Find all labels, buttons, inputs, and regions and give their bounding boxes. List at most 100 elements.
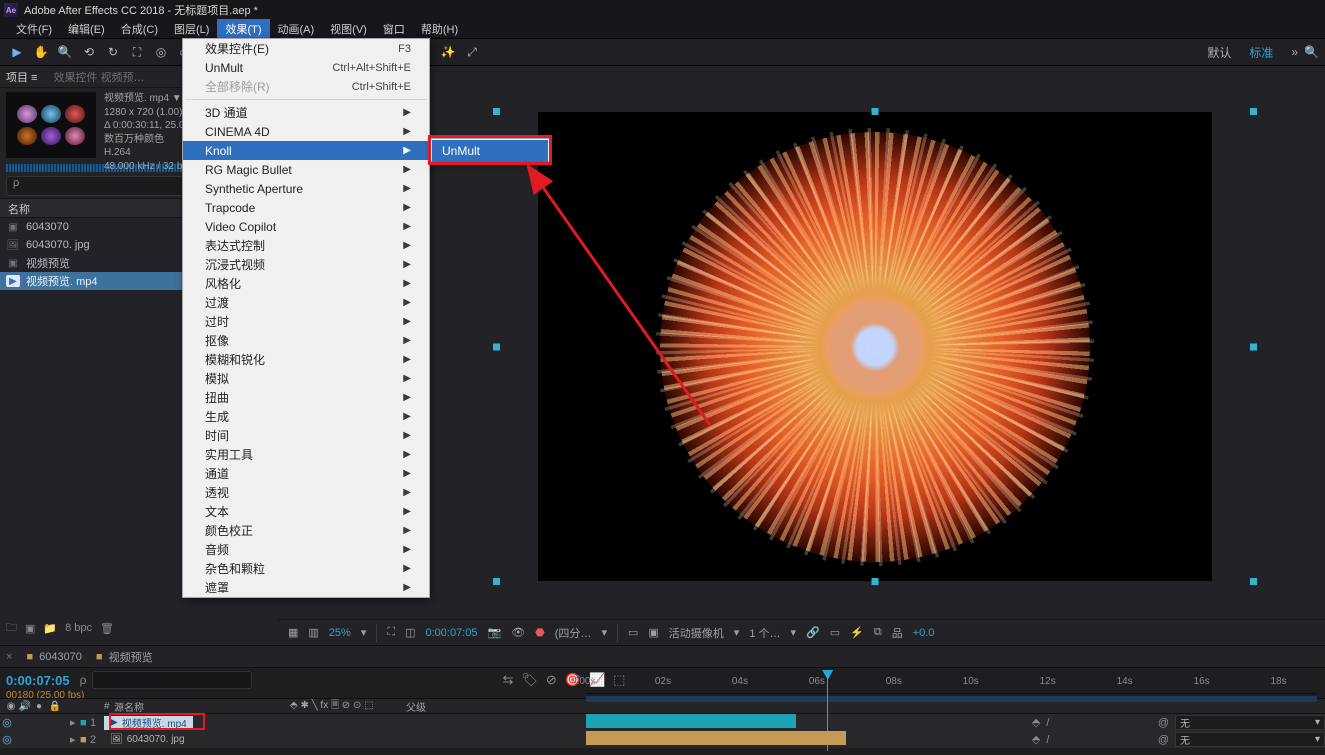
lock-header-icon[interactable]: 🔒	[46, 701, 64, 712]
menu-item-effect-category[interactable]: Synthetic Aperture▶	[183, 179, 429, 198]
menu-item-effect-category[interactable]: Trapcode▶	[183, 198, 429, 217]
visibility-toggle-icon[interactable]: ◎	[0, 733, 14, 746]
menu-item-effect-controls[interactable]: 效果控件(E) F3	[183, 39, 429, 58]
menu-item-effect-category[interactable]: 3D 通道▶	[183, 103, 429, 122]
menu-edit[interactable]: 编辑(E)	[60, 19, 113, 39]
menu-item-effect-category[interactable]: 模糊和锐化▶	[183, 350, 429, 369]
solo-header-icon[interactable]: ●	[32, 701, 46, 712]
selection-handle[interactable]	[493, 578, 500, 585]
menu-item-effect-category[interactable]: 抠像▶	[183, 331, 429, 350]
menu-item-effect-category[interactable]: 模拟▶	[183, 369, 429, 388]
menu-item-remove-all[interactable]: 全部移除(R) Ctrl+Shift+E	[183, 77, 429, 96]
search-help-icon[interactable]: 🔍	[1304, 45, 1319, 59]
col-source-name[interactable]: 源名称	[114, 699, 282, 714]
chevron-down-icon[interactable]: ▾	[361, 626, 367, 639]
eye-header-icon[interactable]: ◉	[4, 701, 18, 712]
selection-tool-icon[interactable]: ▶	[6, 41, 28, 63]
camera-tool-icon[interactable]: ⛶	[126, 41, 148, 63]
menu-item-effect-category[interactable]: 颜色校正▶	[183, 521, 429, 540]
zoom-percent[interactable]: 25%	[329, 627, 351, 639]
menu-effect[interactable]: 效果(T)	[217, 19, 269, 39]
menu-file[interactable]: 文件(F)	[8, 19, 60, 39]
col-parent[interactable]: 父级	[400, 699, 426, 714]
viewport[interactable]	[443, 108, 1307, 585]
menu-item-last-effect[interactable]: UnMult Ctrl+Alt+Shift+E	[183, 58, 429, 77]
orbit-tool-icon[interactable]: ⟲	[78, 41, 100, 63]
menu-item-effect-category[interactable]: 风格化▶	[183, 274, 429, 293]
layer-duration-bar[interactable]	[586, 731, 846, 745]
share-icon[interactable]: 🔗	[806, 626, 820, 639]
menu-item-effect-category[interactable]: 音频▶	[183, 540, 429, 559]
menu-help[interactable]: 帮助(H)	[413, 19, 466, 39]
menu-item-effect-category[interactable]: 文本▶	[183, 502, 429, 521]
quality-dropdown[interactable]: (四分…	[555, 625, 592, 641]
col-switches[interactable]: ⬘ ✱ ╲ fx 🗏 ⊘ ⊙ ⬚	[282, 698, 400, 715]
layer-color-swatch[interactable]: ■	[80, 734, 90, 746]
zoom-tool-icon[interactable]: 🔍	[54, 41, 76, 63]
pan-behind-tool-icon[interactable]: ◎	[150, 41, 172, 63]
snapshot-icon[interactable]: 📷	[487, 626, 501, 639]
search-icon[interactable]: ρ	[80, 673, 87, 687]
flowchart-icon[interactable]: 品	[892, 625, 903, 641]
tab-prev-icon[interactable]: ×	[6, 651, 12, 663]
view-layout-icon[interactable]: ▭	[628, 626, 638, 639]
chevron-down-icon[interactable]: ▾	[601, 626, 607, 639]
pixel-aspect-icon[interactable]: ▭	[830, 626, 840, 639]
expand-icon[interactable]: ▸	[70, 716, 80, 729]
menu-item-effect-category[interactable]: Knoll▶	[183, 141, 429, 160]
grid-icon[interactable]: ▦	[288, 626, 298, 639]
menu-item-effect-category[interactable]: 通道▶	[183, 464, 429, 483]
resolution-icon[interactable]: ⛶	[387, 626, 395, 639]
effect-menu-dropdown[interactable]: 效果控件(E) F3 UnMult Ctrl+Alt+Shift+E 全部移除(…	[182, 38, 430, 598]
menu-item-unmult[interactable]: UnMult	[432, 140, 548, 162]
timeline-tab[interactable]: ■ 6043070	[26, 651, 81, 663]
menu-item-effect-category[interactable]: 沉浸式视频▶	[183, 255, 429, 274]
timeline-track-area[interactable]: :00s02s04s06s08s10s12s14s16s18s	[586, 668, 1317, 751]
hand-tool-icon[interactable]: ✋	[30, 41, 52, 63]
current-timecode[interactable]: 0:00:07:05	[425, 627, 477, 639]
menu-item-effect-category[interactable]: 实用工具▶	[183, 445, 429, 464]
menu-item-effect-category[interactable]: Video Copilot▶	[183, 217, 429, 236]
chevron-down-icon[interactable]: ▾	[791, 626, 797, 639]
fast-preview-icon[interactable]: ⚡	[850, 626, 864, 639]
layer-color-swatch[interactable]: ■	[80, 717, 90, 729]
timeline-icon[interactable]: ⧉	[874, 626, 882, 639]
new-folder-icon[interactable]: 📁	[43, 622, 57, 635]
timeline-current-time[interactable]: 0:00:07:05	[6, 673, 70, 688]
work-area-bar[interactable]	[586, 696, 1317, 702]
shy-icon[interactable]: ⇆	[502, 672, 513, 688]
selection-handle[interactable]	[493, 343, 500, 350]
rotate-tool-icon[interactable]: ↻	[102, 41, 124, 63]
selection-handle[interactable]	[493, 108, 500, 115]
menu-item-effect-category[interactable]: CINEMA 4D▶	[183, 122, 429, 141]
menu-view[interactable]: 视图(V)	[322, 19, 375, 39]
selection-handle[interactable]	[872, 578, 879, 585]
effect-submenu-knoll[interactable]: UnMult	[430, 138, 550, 162]
workspace-more-icon[interactable]: »	[1291, 45, 1298, 59]
trash-icon[interactable]: 🗑	[100, 622, 114, 635]
expand-icon[interactable]: ▸	[70, 733, 80, 746]
timeline-search-input[interactable]	[92, 671, 252, 689]
bpc-label[interactable]: 8 bpc	[65, 622, 92, 634]
layer-name-chip[interactable]: ▶ 视频预览. mp4	[104, 716, 193, 730]
selection-handle[interactable]	[1250, 108, 1257, 115]
menu-layer[interactable]: 图层(L)	[166, 19, 217, 39]
workspace-standard[interactable]: 标准	[1249, 44, 1273, 61]
frame-blend-icon[interactable]: 🏷	[521, 672, 538, 688]
views-dropdown[interactable]: 1 个…	[749, 625, 780, 641]
show-snapshot-icon[interactable]: 👁	[511, 626, 525, 639]
wand-icon[interactable]: ✨	[437, 41, 459, 63]
menu-item-effect-category[interactable]: 透视▶	[183, 483, 429, 502]
menu-item-effect-category[interactable]: 扭曲▶	[183, 388, 429, 407]
region-icon[interactable]: ◫	[405, 626, 415, 639]
new-comp-icon[interactable]: ▣	[25, 622, 35, 635]
selection-handle[interactable]	[872, 108, 879, 115]
menu-item-effect-category[interactable]: 生成▶	[183, 407, 429, 426]
menu-animation[interactable]: 动画(A)	[270, 19, 323, 39]
chevron-down-icon[interactable]: ▾	[734, 626, 740, 639]
selection-handle[interactable]	[1250, 578, 1257, 585]
guides-icon[interactable]: ▥	[308, 626, 318, 639]
workspace-default[interactable]: 默认	[1207, 44, 1231, 61]
menu-item-effect-category[interactable]: RG Magic Bullet▶	[183, 160, 429, 179]
camera-dropdown[interactable]: 活动摄像机	[669, 625, 724, 641]
